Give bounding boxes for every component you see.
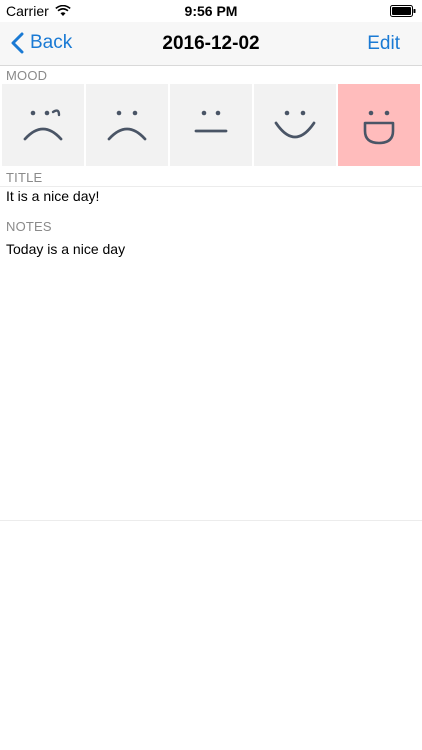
status-time: 9:56 PM [184,3,238,19]
happy-face-icon [274,110,316,139]
page-title: 2016-12-02 [162,33,260,54]
notes-bottom-divider [0,520,422,521]
notes-field[interactable]: Today is a nice day [6,241,125,257]
mood-option-happy[interactable] [254,84,336,166]
title-top-divider [0,186,422,187]
neutral-face-icon [194,110,228,133]
mood-selector [2,84,420,166]
sad-face-icon [107,110,147,141]
battery-icon [390,5,416,17]
notes-header: NOTES [6,219,52,234]
very-sad-face-icon [23,109,63,141]
mood-option-very-sad[interactable] [2,84,84,166]
navigation-bar: Back 2016-12-02 Edit [0,22,422,66]
very-happy-face-icon [363,110,395,145]
mood-option-neutral[interactable] [170,84,252,166]
mood-option-very-happy[interactable] [338,84,420,166]
status-bar: Carrier 9:56 PM [0,0,422,22]
mood-option-sad[interactable] [86,84,168,166]
mood-header: MOOD [6,68,48,83]
edit-button[interactable]: Edit [367,33,400,55]
title-header: TITLE [6,170,43,185]
title-field[interactable]: It is a nice day! [6,188,99,204]
